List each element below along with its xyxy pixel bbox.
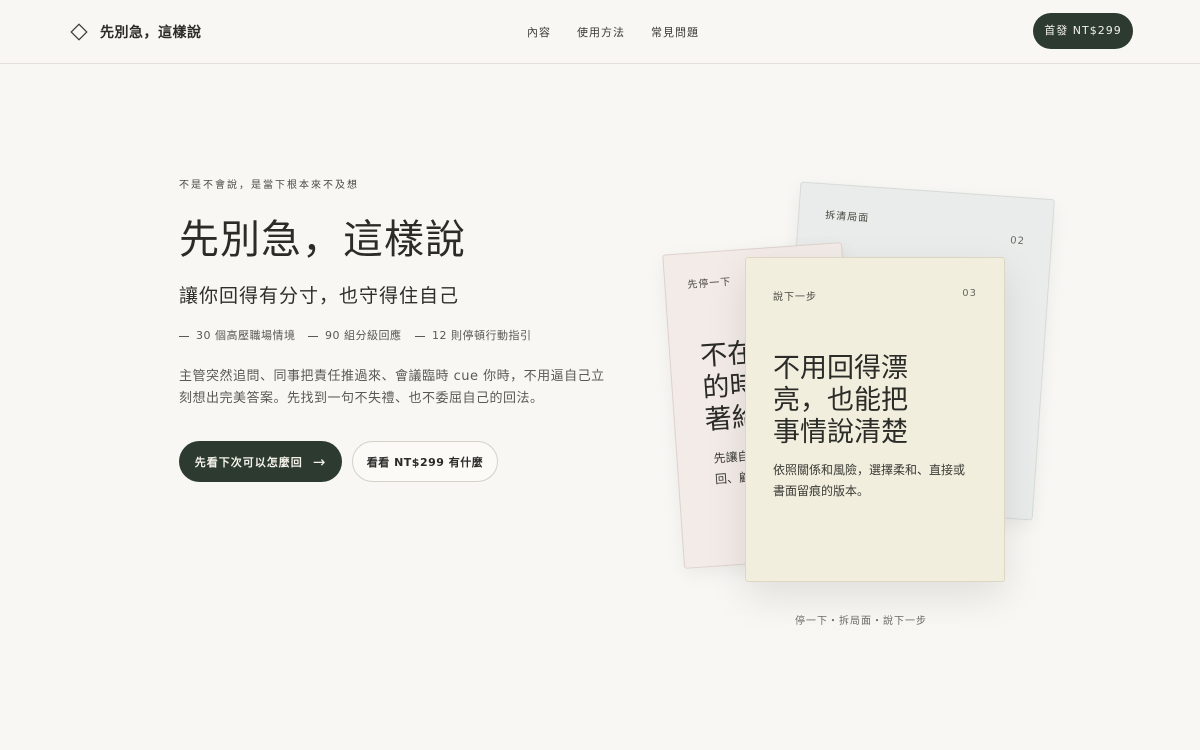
card-next-step: 說下一步 03 不用回得漂 亮，也能把 事情說清楚 依照關係和風險，選擇柔和、直…	[745, 257, 1005, 582]
page-title: 先別急，這樣說	[179, 217, 466, 263]
buy-button[interactable]: 首發 NT$299	[1033, 13, 1133, 49]
arrow-right-icon: →	[312, 452, 327, 471]
card-label: 拆清局面	[824, 210, 870, 225]
button-label: 先看下次可以怎麼回	[194, 455, 303, 469]
stat-text: 90 組分級回應	[325, 329, 402, 342]
nav-item-content[interactable]: 內容	[527, 24, 551, 40]
preview-replies-button[interactable]: 先看下次可以怎麼回 →	[179, 441, 342, 482]
cards-caption: 停一下・拆局面・說下一步	[795, 616, 927, 627]
headline-line: 不用回得漂	[773, 353, 908, 384]
body-line: 依照關係和風險，選擇柔和、直接或	[773, 463, 966, 477]
body-line: 書面留痕的版本。	[773, 484, 870, 498]
card-body: 依照關係和風險，選擇柔和、直接或 書面留痕的版本。	[773, 460, 965, 502]
card-label: 先停一下	[687, 276, 732, 291]
top-bar: 先別急，這樣說 內容 使用方法 常見問題 首發 NT$299	[0, 0, 1200, 64]
headline-line: 事情說清楚	[773, 417, 908, 448]
dash-icon	[308, 335, 318, 337]
see-pricing-button[interactable]: 看看 NT$299 有什麼	[352, 441, 498, 482]
stat-item: 12 則停頓行動指引	[415, 327, 532, 343]
hero-subtitle: 讓你回得有分寸，也守得住自己	[179, 285, 460, 307]
headline-line: 亮，也能把	[773, 385, 908, 416]
hero-description: 主管突然追問、同事把責任推過來、會議臨時 cue 你時，不用逼自己立刻想出完美答…	[179, 369, 605, 406]
card-number: 02	[1009, 235, 1026, 248]
diamond-logo-icon[interactable]	[70, 23, 88, 41]
card-label: 說下一步	[773, 292, 817, 303]
stat-text: 12 則停頓行動指引	[432, 329, 532, 342]
dash-icon	[179, 335, 189, 337]
brand-name[interactable]: 先別急，這樣說	[100, 22, 202, 42]
nav-item-faq[interactable]: 常見問題	[651, 24, 699, 40]
stat-item: 30 個高壓職場情境	[179, 327, 296, 343]
stat-text: 30 個高壓職場情境	[196, 329, 296, 342]
card-number: 03	[962, 288, 977, 299]
card-headline: 不用回得漂 亮，也能把 事情說清楚	[773, 353, 908, 449]
hero-eyebrow: 不是不會說，是當下根本來不及想	[179, 180, 359, 191]
nav-item-how-to-use[interactable]: 使用方法	[577, 24, 625, 40]
stat-item: 90 組分級回應	[308, 327, 402, 343]
dash-icon	[415, 335, 425, 337]
